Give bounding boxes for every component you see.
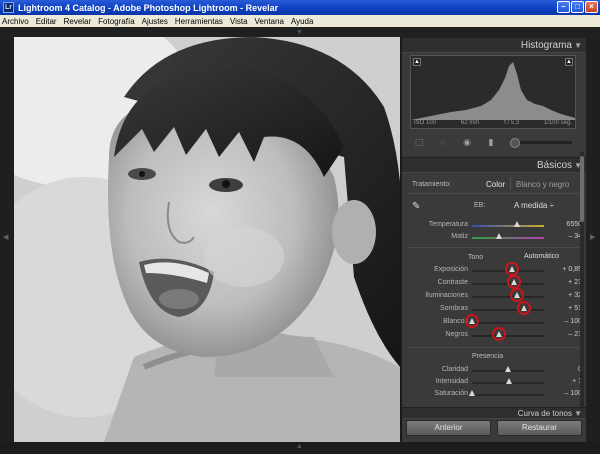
menu-vista[interactable]: Vista xyxy=(230,17,248,26)
slider-label: Intensidad xyxy=(435,378,468,385)
temperature-track[interactable] xyxy=(472,225,544,227)
slider-label: Sombras xyxy=(439,305,468,312)
slider-track[interactable] xyxy=(472,394,544,396)
menu-ventana[interactable]: Ventana xyxy=(255,17,284,26)
basic-panel-header[interactable]: Básicos ▼ xyxy=(402,157,586,173)
slider-label: Exposición xyxy=(434,266,468,273)
window-controls: – □ × xyxy=(557,1,598,13)
tool-strip: ⬚ ◌ ◉ ▮ xyxy=(402,133,586,151)
temperature-label: Temperatura xyxy=(428,221,468,228)
slider-label: Saturación xyxy=(434,390,468,397)
treatment-color-option[interactable]: Color xyxy=(486,180,505,189)
slider-row[interactable]: Intensidad + 1 xyxy=(402,378,586,389)
panel-scrollbar-thumb[interactable] xyxy=(580,156,584,222)
top-panel-toggle-icon[interactable]: ▼ xyxy=(296,29,303,36)
slider-label: Iluminaciones xyxy=(425,292,468,299)
maximize-button[interactable]: □ xyxy=(571,1,584,13)
basic-title: Básicos xyxy=(536,160,572,171)
histogram-graph: ▲ ▲ ISO 100 62 mm f / 5,3 1/100 seg. xyxy=(410,55,576,129)
filmstrip-toggle-icon[interactable]: ▲ xyxy=(296,443,303,450)
temperature-slider-row[interactable]: Temperatura 6550 xyxy=(402,221,586,232)
slider-track[interactable] xyxy=(472,296,544,298)
temperature-thumb[interactable] xyxy=(513,221,520,227)
exif-info: ISO 100 62 mm f / 5,3 1/100 seg. xyxy=(414,120,572,126)
eyedropper-icon[interactable]: ✎ xyxy=(412,201,420,212)
right-panel-toggle-icon[interactable]: ▶ xyxy=(590,233,595,241)
crop-tool-icon[interactable]: ⬚ xyxy=(412,136,426,148)
menu-ajustes[interactable]: Ajustes xyxy=(142,17,168,26)
menu-revelar[interactable]: Revelar xyxy=(64,17,92,26)
auto-tone-button[interactable]: Automático xyxy=(524,253,559,260)
slider-track[interactable] xyxy=(472,335,544,337)
highlight-ring xyxy=(516,301,531,315)
close-button[interactable]: × xyxy=(585,1,598,13)
tone-curve-title: Curva de tonos xyxy=(517,409,572,418)
slider-thumb[interactable] xyxy=(505,366,511,372)
slider-label: Negros xyxy=(445,331,468,338)
highlight-ring xyxy=(505,262,520,276)
highlight-ring xyxy=(510,288,525,302)
slider-row[interactable]: Saturación – 100 xyxy=(402,390,586,401)
graduated-filter-icon[interactable]: ▮ xyxy=(484,136,498,148)
focal-length: 62 mm xyxy=(460,120,480,126)
slider-label: Claridad xyxy=(441,366,468,373)
menu-editar[interactable]: Editar xyxy=(36,17,57,26)
slider-track[interactable] xyxy=(472,309,544,311)
slider-row[interactable]: Contraste + 21 xyxy=(402,275,586,290)
menu-fotografia[interactable]: Fotografía xyxy=(98,17,134,26)
histogram-title: Histograma xyxy=(520,40,572,51)
iso-value: ISO 100 xyxy=(414,120,437,126)
wb-label: EB: xyxy=(474,202,486,209)
tint-slider-row[interactable]: Matiz – 34 xyxy=(402,233,586,244)
slider-thumb[interactable] xyxy=(505,378,512,384)
slider-track[interactable] xyxy=(472,322,544,324)
treatment-label: Tratamiento: xyxy=(412,181,452,188)
tint-thumb[interactable] xyxy=(496,233,503,239)
slider-row[interactable]: Sombras + 51 xyxy=(402,301,586,316)
collapse-arrow-icon[interactable]: ▼ xyxy=(574,38,582,53)
top-panel-strip[interactable]: ▼ xyxy=(0,27,600,37)
left-panel-strip[interactable]: ◀ xyxy=(0,37,14,442)
lightroom-app-icon: Lr xyxy=(3,2,14,13)
adjustment-brush-slider[interactable] xyxy=(510,137,572,148)
wb-dropdown[interactable]: A medida ÷ xyxy=(514,201,554,210)
histogram-header[interactable]: Histograma ▼ xyxy=(402,37,586,53)
menu-bar: Archivo Editar Revelar Fotografía Ajuste… xyxy=(0,15,600,27)
slider-row[interactable]: Iluminaciones + 32 xyxy=(402,288,586,303)
right-panel-strip[interactable]: ▶ xyxy=(586,37,600,442)
portrait-image xyxy=(14,37,400,442)
menu-archivo[interactable]: Archivo xyxy=(2,17,29,26)
photo-preview[interactable] xyxy=(14,37,400,442)
slider-label: Contraste xyxy=(437,279,468,286)
develop-right-panel: Histograma ▼ ▲ ▲ ISO 100 62 mm f / 5,3 1… xyxy=(402,37,586,442)
menu-ayuda[interactable]: Ayuda xyxy=(291,17,314,26)
histogram-curve xyxy=(411,62,575,120)
slider-row[interactable]: Claridad0 xyxy=(402,366,586,377)
slider-row[interactable]: Exposición + 0,85 xyxy=(402,262,586,277)
menu-herramientas[interactable]: Herramientas xyxy=(175,17,223,26)
previous-button[interactable]: Anterior xyxy=(406,420,491,436)
bottom-button-row: Anterior Restaurar xyxy=(402,418,586,438)
shutter-speed: 1/100 seg. xyxy=(543,120,572,126)
red-eye-icon[interactable]: ◉ xyxy=(460,136,474,148)
left-panel-toggle-icon[interactable]: ◀ xyxy=(3,233,8,241)
spot-removal-icon[interactable]: ◌ xyxy=(436,136,450,148)
presence-label: Presencia xyxy=(472,353,504,360)
slider-row[interactable]: Negros – 21 xyxy=(402,327,586,342)
highlight-ring xyxy=(492,327,507,341)
highlight-ring xyxy=(506,275,521,289)
aperture-value: f / 5,3 xyxy=(504,120,520,126)
filmstrip-strip[interactable]: ▲ xyxy=(0,442,600,454)
window-title-bar: Lr Lightroom 4 Catalog - Adobe Photoshop… xyxy=(0,0,600,15)
tone-label: Tono xyxy=(468,254,484,261)
reset-button[interactable]: Restaurar xyxy=(497,420,582,436)
minimize-button[interactable]: – xyxy=(557,1,570,13)
slider-thumb[interactable] xyxy=(469,390,475,396)
tint-track[interactable] xyxy=(472,237,544,239)
treatment-bw-option[interactable]: Blanco y negro xyxy=(516,180,569,189)
highlight-ring xyxy=(465,314,479,328)
tint-label: Matiz xyxy=(451,233,468,240)
window-title: Lightroom 4 Catalog - Adobe Photoshop Li… xyxy=(18,2,279,13)
